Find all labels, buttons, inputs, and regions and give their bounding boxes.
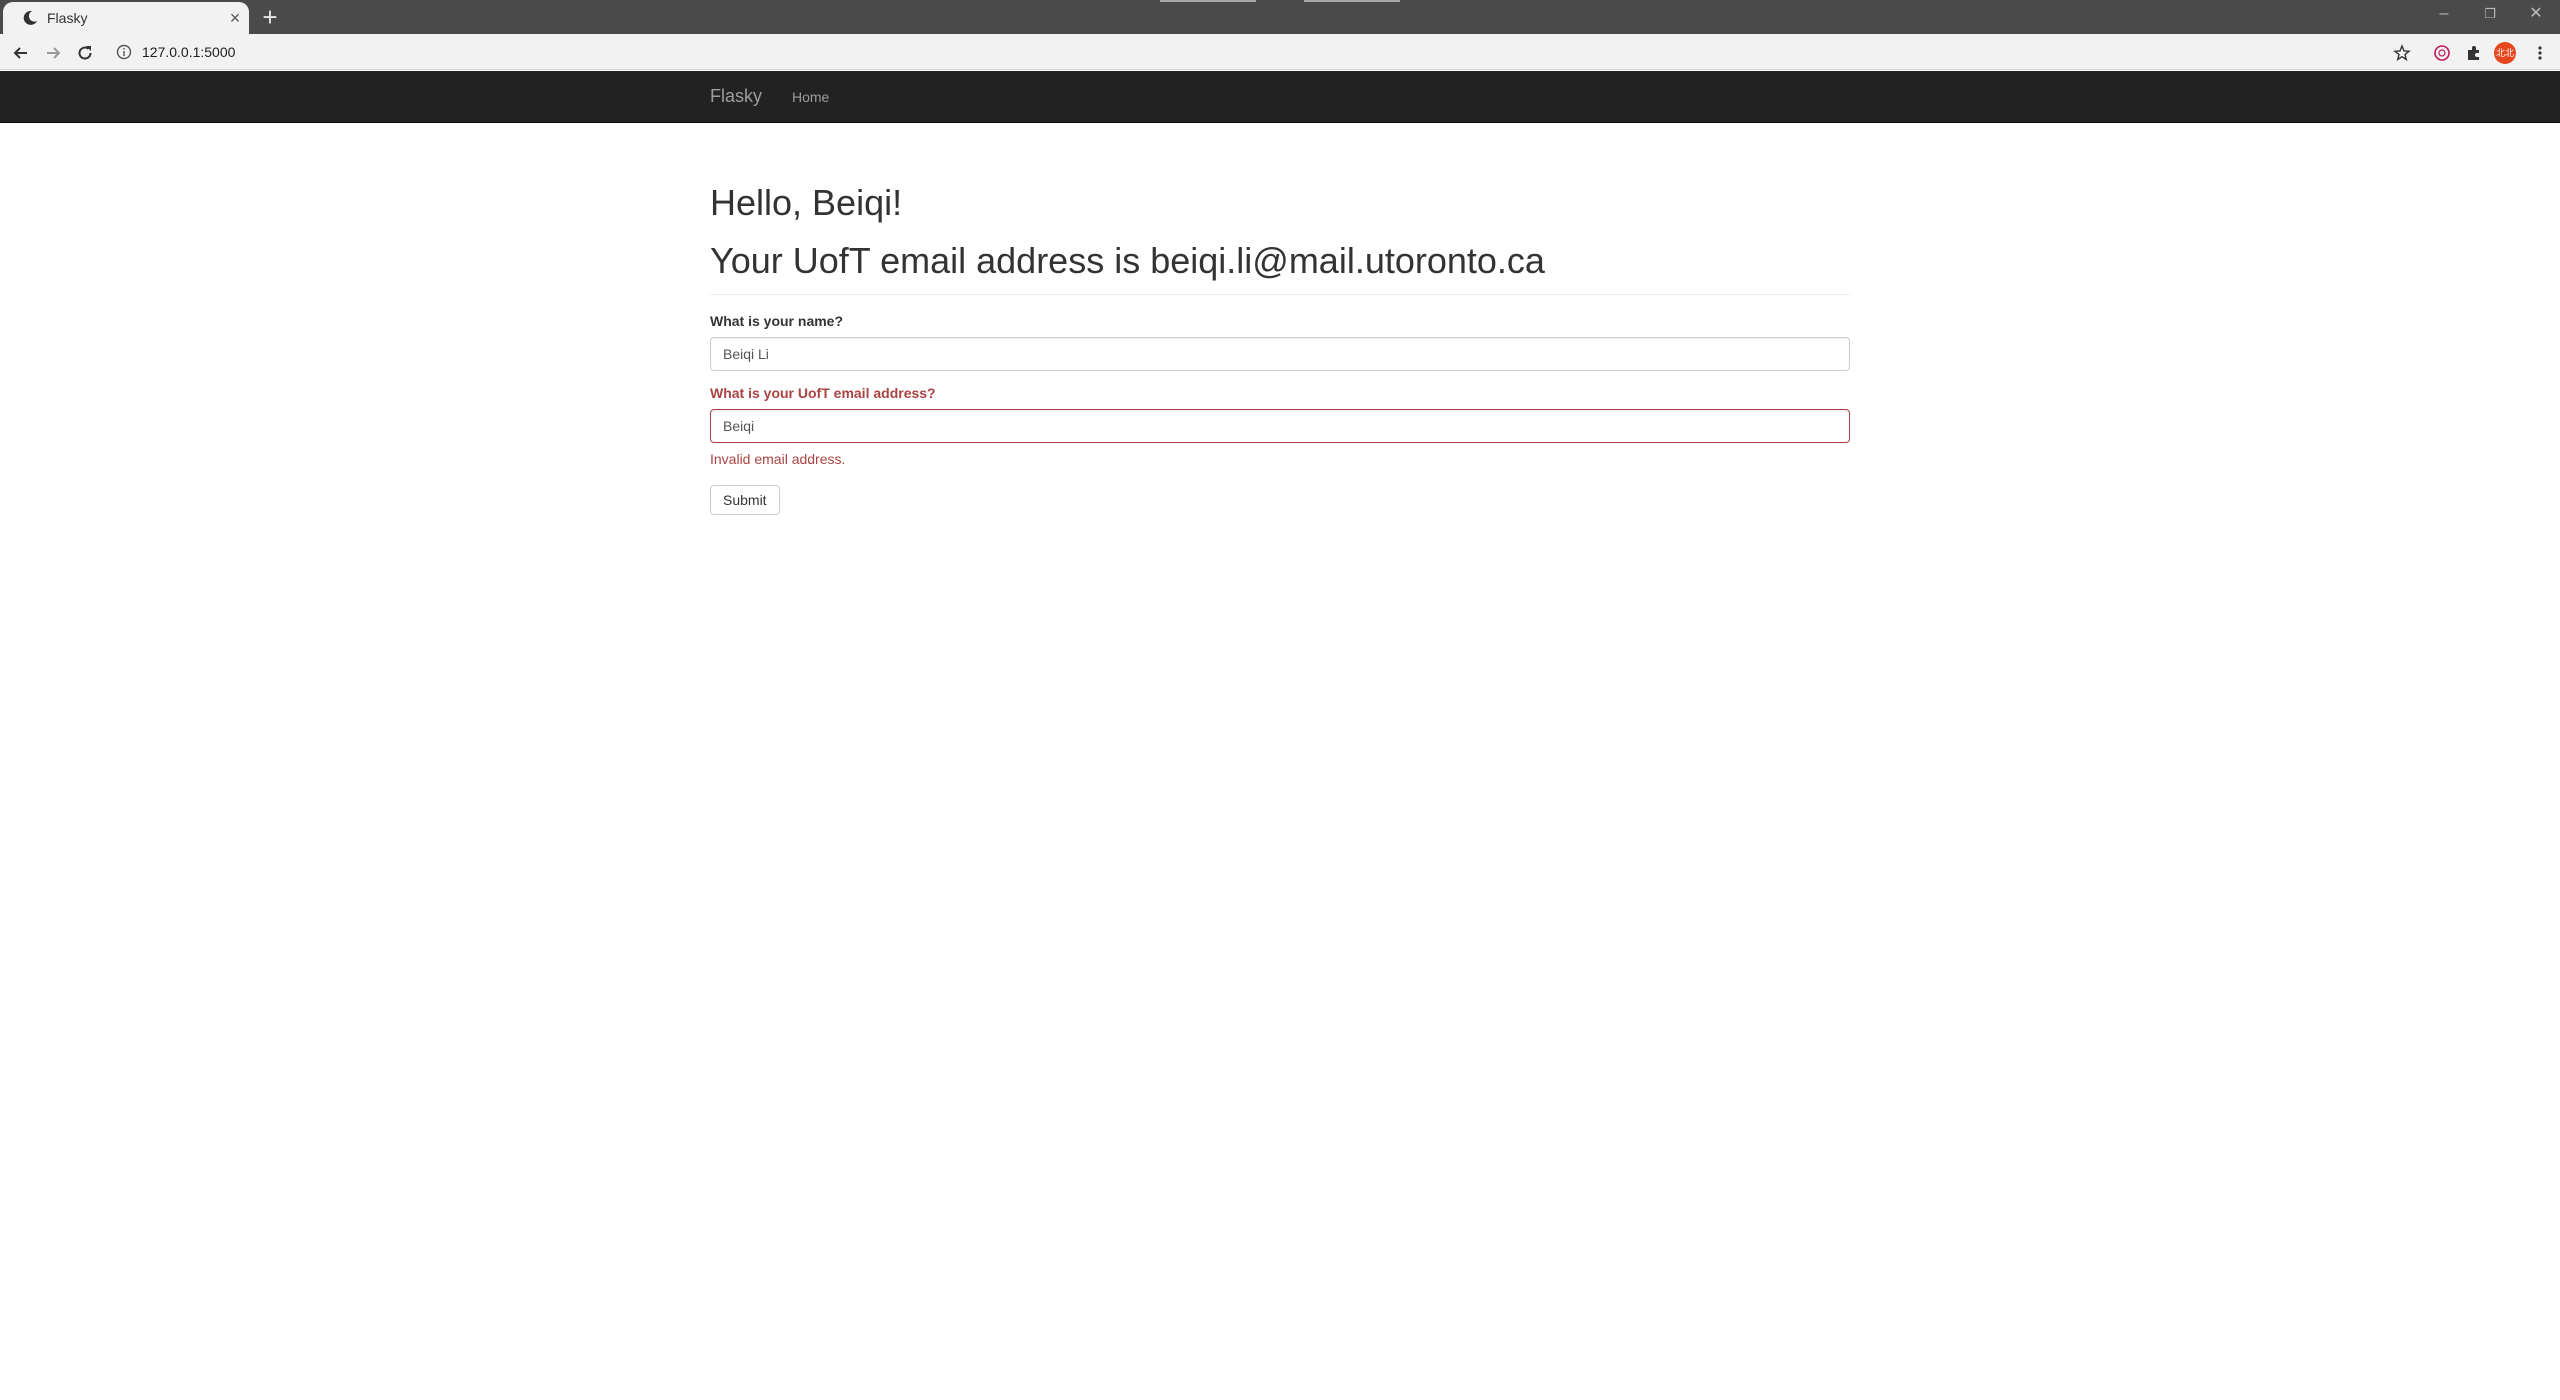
navbar: Flasky Home (0, 71, 2560, 123)
close-icon[interactable]: × (225, 8, 245, 28)
email-label: What is your UofT email address? (710, 385, 936, 401)
email-form-group: What is your UofT email address? Invalid… (710, 385, 1850, 467)
nav-link-home[interactable]: Home (792, 89, 829, 105)
more-vertical-icon (2538, 46, 2542, 60)
page-header: Hello, Beiqi! Your UofT email address is… (710, 178, 1850, 295)
email-input[interactable] (710, 409, 1850, 443)
browser-tab[interactable]: Flasky × (3, 2, 249, 34)
reload-button[interactable] (73, 41, 97, 65)
arrow-right-icon (47, 47, 61, 59)
tab-indicator (1304, 0, 1400, 2)
bookmark-button[interactable] (2390, 41, 2414, 65)
name-label: What is your name? (710, 313, 844, 329)
star-icon (2393, 44, 2411, 62)
user-form: What is your name? What is your UofT ema… (710, 313, 1850, 515)
profile-avatar[interactable]: 北北 (2494, 42, 2516, 64)
minimize-button[interactable]: – (2430, 2, 2458, 26)
email-error-message: Invalid email address. (710, 451, 846, 467)
extension-circle-icon (2434, 45, 2450, 61)
extensions-menu-button[interactable] (2462, 41, 2486, 65)
tab-indicator (1160, 0, 1256, 2)
new-tab-button[interactable]: + (256, 3, 284, 31)
arrow-left-icon (13, 47, 27, 59)
extension-button[interactable] (2430, 41, 2454, 65)
address-bar[interactable]: 127.0.0.1:5000 (108, 37, 2394, 67)
browser-tabstrip: Flasky × + – ❐ ✕ (0, 0, 2560, 34)
main-container: Hello, Beiqi! Your UofT email address is… (710, 170, 1850, 515)
info-icon[interactable] (116, 44, 132, 60)
restore-button[interactable]: ❐ (2476, 2, 2504, 26)
moon-icon (21, 9, 39, 27)
window-close-button[interactable]: ✕ (2522, 2, 2550, 26)
submit-button[interactable]: Submit (710, 485, 780, 515)
browser-toolbar: 127.0.0.1:5000 (0, 34, 2560, 70)
name-input[interactable] (710, 337, 1850, 371)
forward-button[interactable] (41, 41, 65, 65)
puzzle-icon (2468, 46, 2479, 60)
navbar-brand[interactable]: Flasky (710, 86, 762, 107)
reload-icon (78, 46, 92, 60)
email-heading: Your UofT email address is beiqi.li@mail… (710, 240, 1545, 281)
url-text[interactable]: 127.0.0.1:5000 (142, 44, 235, 60)
name-form-group: What is your name? (710, 313, 1850, 371)
menu-button[interactable] (2528, 41, 2552, 65)
tab-title: Flasky (47, 10, 88, 26)
back-button[interactable] (9, 41, 33, 65)
greeting-heading: Hello, Beiqi! (710, 182, 903, 223)
